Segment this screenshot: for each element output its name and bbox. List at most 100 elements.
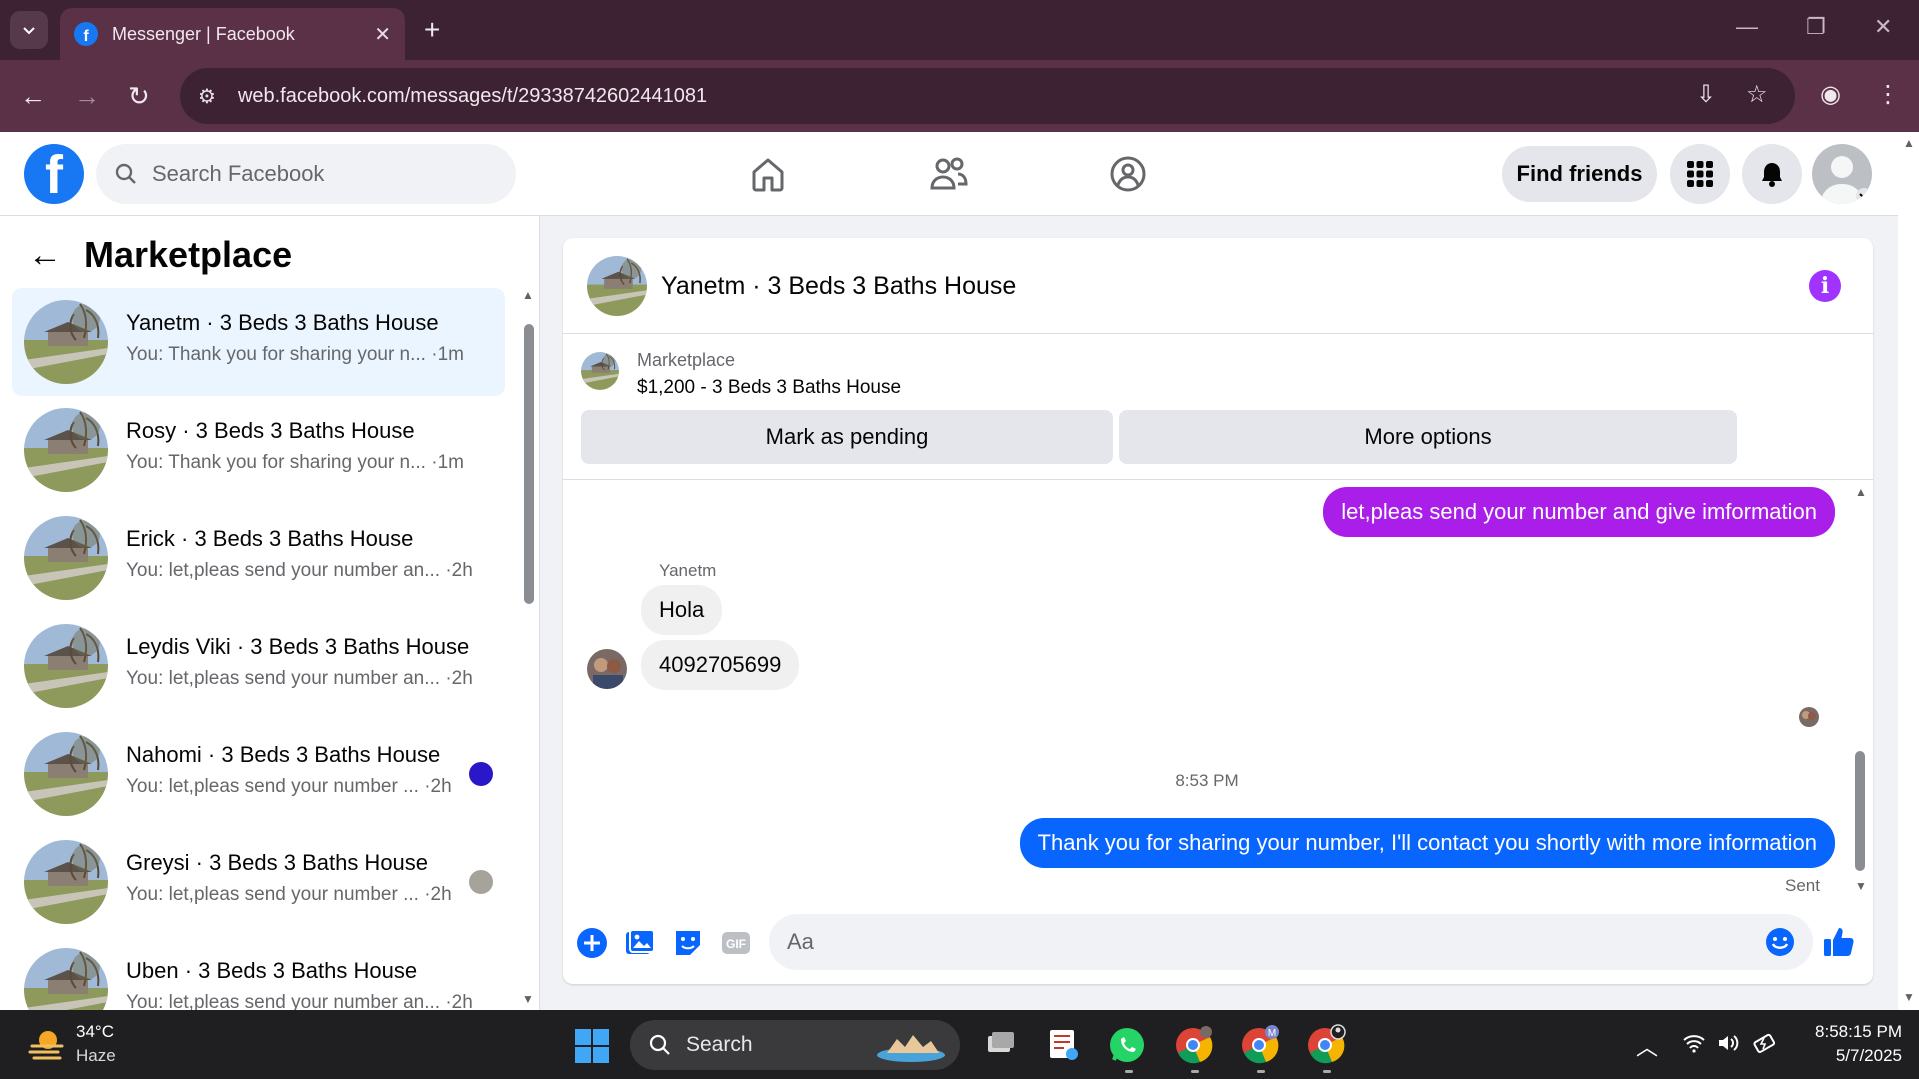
chat-avatar[interactable] [587,256,647,316]
message-bubble-incoming[interactable]: 4092705699 [641,640,800,690]
scroll-down-arrow-icon[interactable]: ▼ [1855,879,1867,893]
home-icon[interactable] [744,150,792,198]
weather-description[interactable]: Haze [76,1046,116,1066]
message-bubble-outgoing[interactable]: let,pleas send your number and give imfo… [1323,487,1835,537]
tab-search-button[interactable] [10,11,48,49]
minimize-icon[interactable]: — [1736,14,1758,40]
sidebar-scrollbar[interactable]: ▲ ▼ [520,288,536,1008]
window-close-icon[interactable]: ✕ [1874,14,1892,40]
tab-close-icon[interactable]: ✕ [374,22,391,47]
bookmark-star-icon[interactable]: ☆ [1746,80,1768,109]
sidebar-scroll-thumb[interactable] [524,324,534,604]
conversation-list: Yanetm · 3 Beds 3 Baths House You: Thank … [12,288,505,1010]
back-icon[interactable]: ← [20,78,46,114]
message-bubble-incoming[interactable]: Hola [641,585,723,635]
thumbs-up-icon[interactable] [1821,924,1857,960]
listing-thumbnail[interactable] [581,352,619,390]
browser-tab-active[interactable]: f Messenger | Facebook ✕ [60,8,405,60]
emoji-icon[interactable] [1764,926,1796,958]
scroll-down-arrow-icon[interactable]: ▼ [522,992,534,1006]
tab-title: Messenger | Facebook [112,23,295,44]
menu-button[interactable] [1670,144,1730,204]
message-thread: let,pleas send your number and give imfo… [563,481,1873,901]
volume-icon[interactable] [1716,1032,1740,1060]
browser-menu-icon[interactable]: ⋮ [1876,80,1900,109]
tray-expand-chevron-icon[interactable]: ︿ [1636,1030,1658,1062]
conversation-item[interactable]: Erick · 3 Beds 3 Baths House You: let,ple… [12,504,505,612]
more-options-button[interactable]: More options [1119,410,1737,464]
grid-menu-icon [1687,161,1713,187]
scroll-up-arrow-icon[interactable]: ▲ [1903,136,1915,150]
profile-icon[interactable]: ◉ [1820,80,1841,109]
profile-avatar[interactable] [1812,144,1872,204]
conversation-item[interactable]: Rosy · 3 Beds 3 Baths House You: Thank yo… [12,396,505,504]
conversation-preview: You: Thank you for sharing your n... ·1m [126,452,464,473]
friends-icon[interactable] [924,150,972,198]
conversation-item[interactable]: Yanetm · 3 Beds 3 Baths House You: Thank … [12,288,505,396]
forward-icon[interactable]: → [74,78,100,114]
listing-price[interactable]: $1,200 - 3 Beds 3 Baths House [637,377,901,399]
haze-weather-icon[interactable] [28,1026,66,1064]
clock-time[interactable]: 8:58:15 PM [1802,1022,1902,1042]
svg-text:M: M [1268,1028,1276,1039]
seen-avatar [469,870,493,894]
gif-icon[interactable]: GIF [719,926,753,960]
weather-temperature[interactable]: 34°C [76,1022,114,1042]
chrome-icon[interactable] [1172,1024,1214,1066]
install-app-icon[interactable]: ⇩ [1696,80,1716,109]
conversation-item[interactable]: Nahomi · 3 Beds 3 Baths House You: let,pl… [12,720,505,828]
mark-as-pending-button[interactable]: Mark as pending [581,410,1113,464]
scroll-up-arrow-icon[interactable]: ▲ [1855,485,1867,499]
chrome-profile-icon[interactable] [1304,1024,1346,1066]
conversation-item[interactable]: Greysi · 3 Beds 3 Baths House You: let,pl… [12,828,505,936]
find-friends-button[interactable]: Find friends [1502,146,1657,202]
sender-avatar[interactable] [587,649,627,689]
scroll-down-arrow-icon[interactable]: ▼ [1903,990,1915,1004]
site-info-icon[interactable]: ⚙ [198,84,216,109]
taskbar-search[interactable]: Search [630,1020,960,1070]
chevron-down-icon [23,27,35,35]
task-view-icon[interactable] [978,1024,1020,1066]
conversation-item[interactable]: Uben · 3 Beds 3 Baths House You: let,plea… [12,936,505,1010]
search-input[interactable]: Search Facebook [152,161,324,187]
app-running-indicator [1257,1070,1265,1073]
message-scroll-thumb[interactable] [1855,751,1865,871]
new-tab-button[interactable]: + [424,14,440,46]
conversation-item[interactable]: Leydis Viki · 3 Beds 3 Baths House You: l… [12,612,505,720]
add-more-icon[interactable] [575,926,609,960]
chrome-profile-m-icon[interactable]: M [1238,1024,1280,1066]
back-arrow-icon[interactable]: ← [28,236,62,275]
snipping-tool-icon[interactable] [1042,1024,1084,1066]
groups-icon[interactable] [1104,150,1152,198]
listing-label: Marketplace [637,350,736,370]
wifi-icon[interactable] [1682,1032,1706,1060]
restore-icon[interactable]: ❐ [1806,14,1826,40]
clock-date[interactable]: 5/7/2025 [1802,1046,1902,1066]
sender-name: Yanetm [659,561,717,580]
facebook-favicon-icon: f [74,22,98,46]
conversation-preview: You: let,pleas send your number ... ·2h [126,776,452,797]
chat-panel: Yanetm · 3 Beds 3 Baths House i Marketpl… [563,238,1873,984]
address-bar[interactable]: ⚙ web.facebook.com/messages/t/2933874260… [180,68,1795,124]
chat-title[interactable]: Yanetm · 3 Beds 3 Baths House [661,272,1016,301]
photo-attach-icon[interactable] [623,926,657,960]
message-input[interactable] [769,914,1813,970]
conversation-preview: You: let,pleas send your number ... ·2h [126,884,452,905]
app-running-indicator [1323,1070,1331,1073]
search-icon [649,1034,670,1055]
info-icon[interactable]: i [1809,270,1841,302]
svg-text:GIF: GIF [726,937,746,951]
sticker-icon[interactable] [671,926,705,960]
conversation-name: Nahomi · 3 Beds 3 Baths House [126,742,441,767]
scroll-up-arrow-icon[interactable]: ▲ [522,288,534,302]
notifications-button[interactable] [1742,144,1802,204]
facebook-logo-icon[interactable]: f [24,144,84,204]
reload-icon[interactable]: ↻ [128,78,150,114]
browser-tab-bar: f Messenger | Facebook ✕ + — ❐ ✕ [0,0,1919,60]
facebook-search[interactable]: Search Facebook [96,144,516,204]
page-scrollbar[interactable]: ▲ ▼ [1898,132,1919,1010]
whatsapp-icon[interactable] [1106,1024,1148,1066]
windows-start-icon[interactable] [574,1028,610,1064]
battery-charging-icon[interactable] [1752,1032,1778,1060]
message-bubble-outgoing[interactable]: Thank you for sharing your number, I'll … [1019,818,1835,868]
